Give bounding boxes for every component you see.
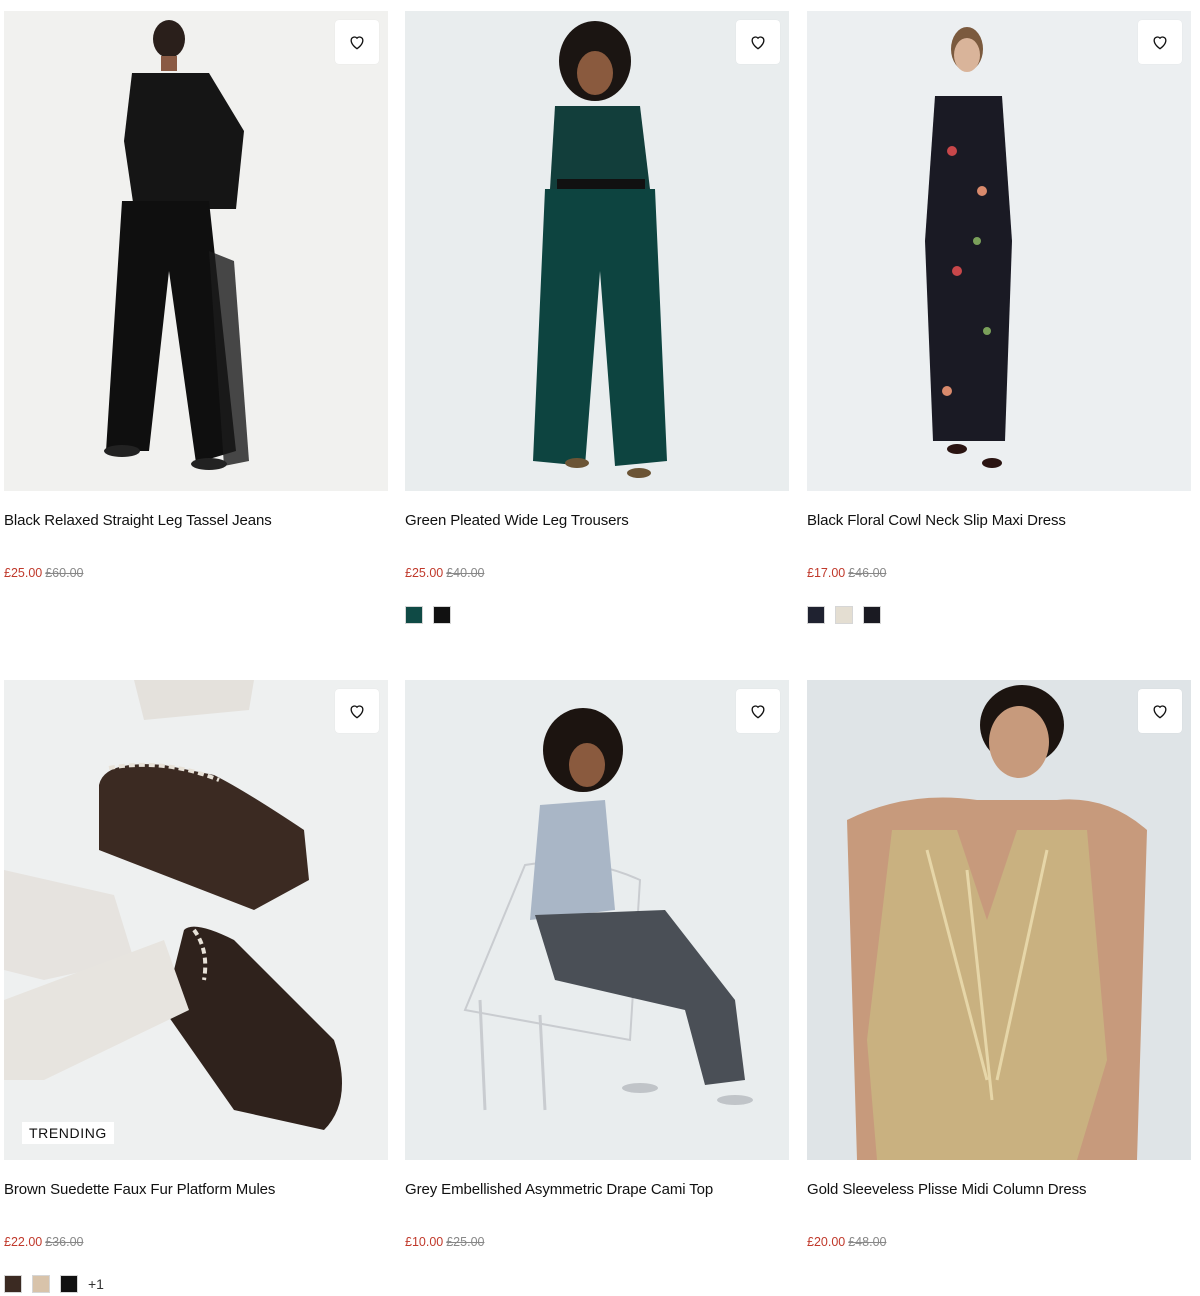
original-price: £48.00 bbox=[848, 1235, 887, 1249]
product-price: £22.00 £36.00 bbox=[4, 1235, 388, 1250]
wishlist-button[interactable] bbox=[335, 20, 379, 64]
product-card[interactable]: TRENDING Brown Suedette Faux Fur Platfor… bbox=[4, 680, 388, 1293]
color-swatches bbox=[405, 606, 789, 624]
product-photo bbox=[4, 680, 388, 1160]
original-price: £60.00 bbox=[45, 566, 84, 580]
original-price: £40.00 bbox=[446, 566, 485, 580]
product-card[interactable]: Grey Embellished Asymmetric Drape Cami T… bbox=[405, 680, 789, 1250]
heart-outline-icon bbox=[1153, 36, 1167, 50]
product-price: £25.00 £60.00 bbox=[4, 566, 388, 581]
product-name[interactable]: Black Floral Cowl Neck Slip Maxi Dress bbox=[807, 512, 1191, 530]
color-swatch[interactable] bbox=[32, 1275, 50, 1293]
product-price: £25.00 £40.00 bbox=[405, 566, 789, 581]
product-image[interactable] bbox=[405, 11, 789, 491]
product-photo bbox=[807, 11, 1191, 491]
more-colors-count[interactable]: +1 bbox=[88, 1276, 104, 1292]
product-photo bbox=[807, 680, 1191, 1160]
product-image[interactable] bbox=[405, 680, 789, 1160]
color-swatch[interactable] bbox=[60, 1275, 78, 1293]
product-name[interactable]: Black Relaxed Straight Leg Tassel Jeans bbox=[4, 512, 388, 530]
original-price: £36.00 bbox=[45, 1235, 84, 1249]
color-swatch[interactable] bbox=[835, 606, 853, 624]
color-swatch[interactable] bbox=[807, 606, 825, 624]
color-swatch[interactable] bbox=[405, 606, 423, 624]
sale-price: £10.00 bbox=[405, 1235, 444, 1249]
trending-badge: TRENDING bbox=[22, 1122, 114, 1144]
product-card[interactable]: Gold Sleeveless Plisse Midi Column Dress… bbox=[807, 680, 1191, 1250]
product-card[interactable]: Green Pleated Wide Leg Trousers £25.00 £4… bbox=[405, 11, 789, 624]
color-swatch[interactable] bbox=[4, 1275, 22, 1293]
product-card[interactable]: Black Relaxed Straight Leg Tassel Jeans … bbox=[4, 11, 388, 581]
product-photo bbox=[405, 680, 789, 1160]
color-swatches: +1 bbox=[4, 1275, 388, 1293]
sale-price: £17.00 bbox=[807, 566, 846, 580]
product-price: £10.00 £25.00 bbox=[405, 1235, 789, 1250]
heart-outline-icon bbox=[1153, 705, 1167, 719]
original-price: £25.00 bbox=[446, 1235, 485, 1249]
color-swatches bbox=[807, 606, 1191, 624]
sale-price: £20.00 bbox=[807, 1235, 846, 1249]
product-card[interactable]: Black Floral Cowl Neck Slip Maxi Dress £… bbox=[807, 11, 1191, 624]
product-name[interactable]: Gold Sleeveless Plisse Midi Column Dress bbox=[807, 1181, 1191, 1199]
wishlist-button[interactable] bbox=[1138, 689, 1182, 733]
color-swatch[interactable] bbox=[433, 606, 451, 624]
product-photo bbox=[405, 11, 789, 491]
color-swatch[interactable] bbox=[863, 606, 881, 624]
product-image[interactable] bbox=[807, 680, 1191, 1160]
product-image[interactable] bbox=[4, 11, 388, 491]
original-price: £46.00 bbox=[848, 566, 887, 580]
wishlist-button[interactable] bbox=[736, 20, 780, 64]
sale-price: £25.00 bbox=[4, 566, 43, 580]
product-photo bbox=[4, 11, 388, 491]
product-price: £20.00 £48.00 bbox=[807, 1235, 1191, 1250]
heart-outline-icon bbox=[751, 36, 765, 50]
wishlist-button[interactable] bbox=[1138, 20, 1182, 64]
product-name[interactable]: Brown Suedette Faux Fur Platform Mules bbox=[4, 1181, 388, 1199]
product-image[interactable] bbox=[807, 11, 1191, 491]
wishlist-button[interactable] bbox=[736, 689, 780, 733]
heart-outline-icon bbox=[350, 705, 364, 719]
product-name[interactable]: Grey Embellished Asymmetric Drape Cami T… bbox=[405, 1181, 789, 1199]
sale-price: £25.00 bbox=[405, 566, 444, 580]
product-name[interactable]: Green Pleated Wide Leg Trousers bbox=[405, 512, 789, 530]
product-image[interactable]: TRENDING bbox=[4, 680, 388, 1160]
wishlist-button[interactable] bbox=[335, 689, 379, 733]
heart-outline-icon bbox=[751, 705, 765, 719]
product-price: £17.00 £46.00 bbox=[807, 566, 1191, 581]
heart-outline-icon bbox=[350, 36, 364, 50]
sale-price: £22.00 bbox=[4, 1235, 43, 1249]
